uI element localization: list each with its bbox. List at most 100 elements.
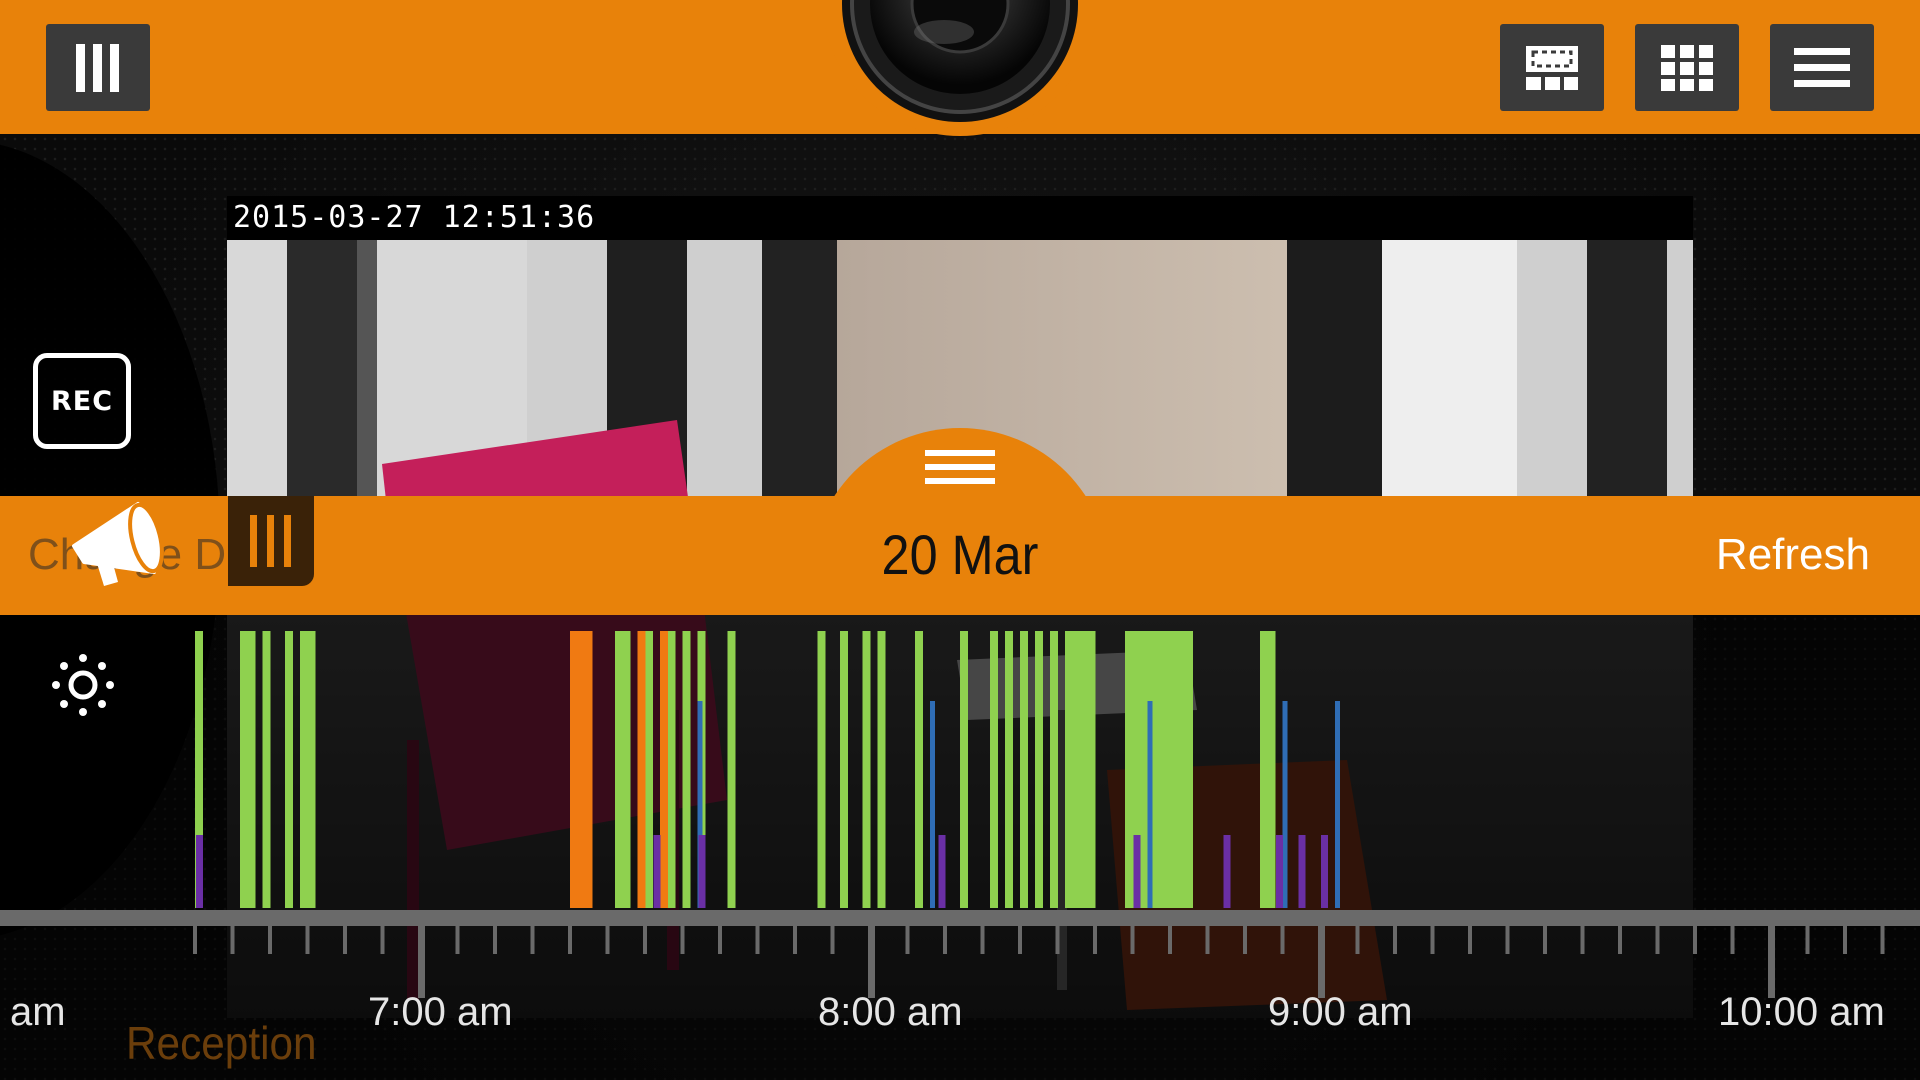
- motion-bar[interactable]: [247, 631, 256, 908]
- bars-vertical-icon: [76, 43, 119, 92]
- minute-tick: [1430, 926, 1435, 954]
- event_blue-bar[interactable]: [930, 701, 935, 908]
- motion-bar[interactable]: [240, 631, 248, 908]
- minute-tick: [755, 926, 760, 954]
- motion-bar[interactable]: [960, 631, 968, 908]
- motion-bar[interactable]: [1155, 631, 1163, 908]
- panel-toggle-handle[interactable]: [228, 496, 314, 586]
- motion-bar[interactable]: [1125, 631, 1133, 908]
- main-menu-button[interactable]: [1770, 24, 1874, 111]
- event-purple-bar[interactable]: [653, 835, 661, 908]
- hamburger-icon: [925, 450, 995, 484]
- event-purple-bar[interactable]: [1321, 835, 1328, 908]
- minute-tick: [1280, 926, 1285, 954]
- refresh-button[interactable]: Refresh: [1716, 530, 1870, 580]
- megaphone-icon[interactable]: [66, 494, 176, 594]
- motion-bar[interactable]: [817, 631, 826, 908]
- motion-bar[interactable]: [840, 631, 848, 908]
- sun-icon[interactable]: [50, 652, 116, 718]
- motion-bar[interactable]: [1140, 631, 1148, 908]
- event_blue-bar[interactable]: [1335, 701, 1340, 908]
- minute-tick: [1805, 926, 1810, 954]
- motion-bar[interactable]: [1035, 631, 1043, 908]
- event-purple-bar[interactable]: [1223, 835, 1231, 908]
- hour-tick: [1318, 926, 1325, 998]
- recording-timeline[interactable]: am 7:00 am 8:00 am 9:00 am 10:00 am: [0, 615, 1920, 1080]
- minute-tick: [1543, 926, 1547, 954]
- alarm-bar[interactable]: [570, 631, 593, 908]
- event-purple-bar[interactable]: [698, 835, 706, 908]
- timestamp-bar: 2015-03-27 12:51:36: [227, 196, 1693, 240]
- minute-tick: [1018, 926, 1022, 954]
- motion-bar[interactable]: [990, 631, 998, 908]
- layout-single-icon: [1526, 45, 1578, 90]
- event-purple-bar[interactable]: [1298, 835, 1306, 908]
- motion-bar[interactable]: [1170, 631, 1178, 908]
- event_blue-bar[interactable]: [1282, 701, 1288, 908]
- motion-bar[interactable]: [262, 631, 271, 908]
- motion-bar[interactable]: [1087, 631, 1096, 908]
- minute-tick: [1580, 926, 1585, 954]
- motion-bar[interactable]: [645, 631, 653, 908]
- hour-label: 8:00 am: [818, 990, 963, 1034]
- minute-tick: [1093, 926, 1097, 954]
- camera-lens-icon: [842, 0, 1078, 122]
- minute-tick: [1618, 926, 1622, 954]
- single-view-button[interactable]: [1500, 24, 1604, 111]
- motion-bar[interactable]: [300, 631, 308, 908]
- minute-tick: [1468, 926, 1472, 954]
- hour-tick: [868, 926, 875, 998]
- minute-tick: [1880, 926, 1885, 954]
- minute-tick: [530, 926, 535, 954]
- minute-tick: [193, 926, 197, 954]
- minute-tick: [1843, 926, 1847, 954]
- event-purple-bar[interactable]: [1133, 835, 1141, 908]
- minute-tick: [1205, 926, 1210, 954]
- hour-tick: [1768, 926, 1775, 998]
- minute-tick: [1130, 926, 1135, 954]
- minute-tick: [230, 926, 235, 954]
- minute-tick: [793, 926, 797, 954]
- motion-bar[interactable]: [667, 631, 676, 908]
- motion-bar[interactable]: [1260, 631, 1268, 908]
- motion-bar[interactable]: [622, 631, 631, 908]
- minute-tick: [980, 926, 985, 954]
- motion-bar[interactable]: [1185, 631, 1193, 908]
- event_blue-bar[interactable]: [1147, 701, 1153, 908]
- motion-bar[interactable]: [1080, 631, 1088, 908]
- motion-bar[interactable]: [862, 631, 871, 908]
- minute-tick: [1055, 926, 1060, 954]
- side-menu-button[interactable]: [46, 24, 150, 111]
- motion-bar[interactable]: [307, 631, 316, 908]
- motion-bar[interactable]: [1005, 631, 1013, 908]
- record-button[interactable]: REC: [33, 353, 131, 449]
- event-purple-bar[interactable]: [1276, 835, 1283, 908]
- motion-bar[interactable]: [1177, 631, 1186, 908]
- event-purple-bar[interactable]: [196, 835, 203, 908]
- motion-bar[interactable]: [877, 631, 886, 908]
- event-purple-bar[interactable]: [938, 835, 946, 908]
- motion-bar[interactable]: [1072, 631, 1081, 908]
- motion-bar[interactable]: [285, 631, 293, 908]
- minute-tick: [343, 926, 347, 954]
- minute-tick: [1730, 926, 1735, 954]
- hour-tick: [418, 926, 425, 998]
- minute-tick: [943, 926, 947, 954]
- hour-label: 10:00 am: [1718, 990, 1885, 1034]
- motion-bar[interactable]: [1050, 631, 1058, 908]
- motion-bar[interactable]: [682, 631, 691, 908]
- grid-view-button[interactable]: [1635, 24, 1739, 111]
- minute-tick: [643, 926, 647, 954]
- alarm-bar[interactable]: [637, 631, 646, 908]
- minute-tick: [380, 926, 385, 954]
- motion-bar[interactable]: [1162, 631, 1171, 908]
- alarm-bar[interactable]: [660, 631, 668, 908]
- motion-bar[interactable]: [727, 631, 736, 908]
- hour-label: am: [10, 990, 66, 1034]
- motion-bar[interactable]: [1020, 631, 1028, 908]
- motion-bar[interactable]: [1267, 631, 1276, 908]
- motion-bar[interactable]: [615, 631, 623, 908]
- minute-tick: [1243, 926, 1247, 954]
- motion-bar[interactable]: [915, 631, 923, 908]
- motion-bar[interactable]: [1065, 631, 1073, 908]
